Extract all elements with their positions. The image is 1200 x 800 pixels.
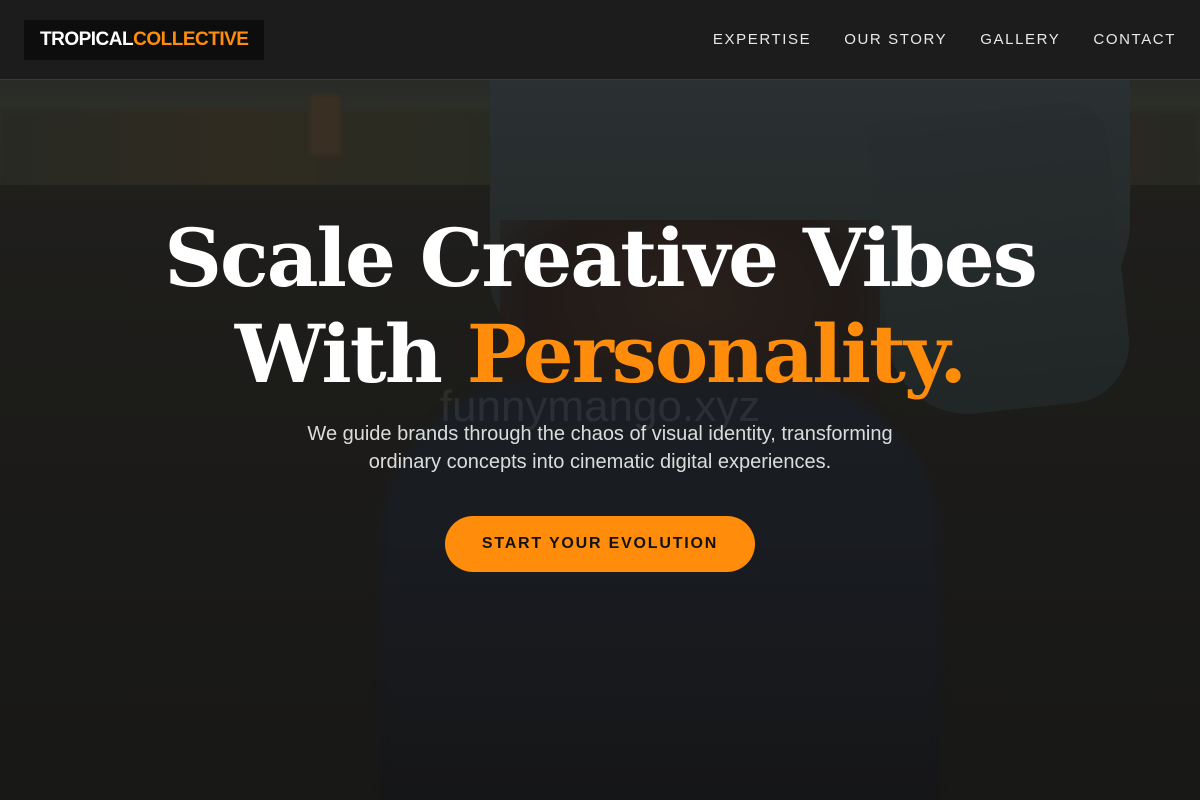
- nav-link-contact[interactable]: CONTACT: [1093, 31, 1176, 48]
- headline-line-1: Scale Creative Vibes: [164, 211, 1038, 305]
- nav-link-expertise[interactable]: EXPERTISE: [713, 31, 811, 48]
- start-evolution-button[interactable]: START YOUR EVOLUTION: [445, 516, 755, 572]
- hero-section: funnymango.xyz Scale Creative Vibes With…: [0, 210, 1200, 572]
- logo-text-primary: TROPICAL: [40, 28, 134, 50]
- brand-logo[interactable]: TROPICAL COLLECTIVE: [24, 19, 265, 60]
- site-header: TROPICAL COLLECTIVE EXPERTISE OUR STORY G…: [0, 0, 1200, 80]
- hero-headline: Scale Creative Vibes With Personality.: [0, 210, 1200, 402]
- landing-page: TROPICAL COLLECTIVE EXPERTISE OUR STORY G…: [0, 0, 1200, 800]
- nav-link-gallery[interactable]: GALLERY: [980, 31, 1060, 48]
- logo-text-accent: COLLECTIVE: [133, 28, 249, 50]
- nav-link-our-story[interactable]: OUR STORY: [844, 31, 947, 48]
- watermark-text: funnymango.xyz: [439, 382, 761, 431]
- main-nav: EXPERTISE OUR STORY GALLERY CONTACT: [713, 31, 1176, 48]
